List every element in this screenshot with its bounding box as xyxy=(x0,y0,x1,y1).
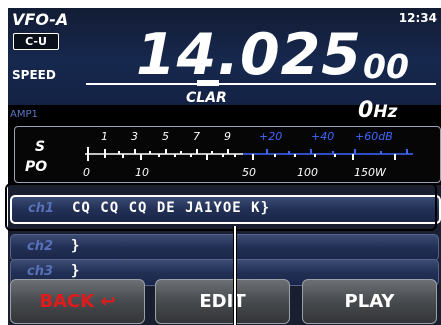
po-tick-150: 150W xyxy=(354,166,387,179)
clar-value: 0Hz xyxy=(358,98,397,123)
s-tick-20: +20 xyxy=(259,130,282,143)
return-arrow-icon: ↩ xyxy=(94,291,116,312)
callout-pointer-inner xyxy=(234,226,236,325)
s-tick-60: +60dB xyxy=(355,130,393,143)
meter-graphic: S PO 1 3 5 7 9 +20 +40 +60dB 0 10 50 100… xyxy=(25,130,413,179)
s-tick-9: 9 xyxy=(224,130,231,143)
play-button[interactable]: PLAY xyxy=(302,279,437,324)
clar-unit: Hz xyxy=(373,102,398,122)
frequency-panel: VFO-A 12:34 C-U 14.025 00 SPEED CLAR xyxy=(8,8,441,106)
s-tick-40: +40 xyxy=(311,130,334,143)
amp-label: AMP1 xyxy=(10,109,38,120)
back-button[interactable]: BACK ↩ xyxy=(10,279,145,324)
po-meter-label: PO xyxy=(25,159,47,175)
edit-button[interactable]: EDIT xyxy=(155,279,290,324)
po-tick-50: 50 xyxy=(242,166,256,179)
s-meter-label: S xyxy=(35,139,45,155)
clar-label: CLAR xyxy=(186,90,227,106)
s-tick-1: 1 xyxy=(101,130,108,143)
channel-text: } xyxy=(71,263,81,279)
play-label: PLAY xyxy=(344,291,395,312)
po-tick-100: 100 xyxy=(297,166,318,179)
speed-indicator xyxy=(197,80,219,86)
s-tick-7: 7 xyxy=(193,130,200,143)
channel-label: ch2 xyxy=(27,239,54,254)
vfo-label: VFO-A xyxy=(12,10,69,29)
po-tick-10: 10 xyxy=(135,166,149,179)
selection-callout xyxy=(5,183,437,231)
channel-row-2[interactable]: ch2 } xyxy=(10,234,439,261)
channel-label: ch3 xyxy=(27,264,54,279)
channel-text: } xyxy=(71,238,81,254)
back-label: BACK xyxy=(39,291,95,312)
frequency-main: 14.025 xyxy=(136,22,362,88)
clar-value-number: 0 xyxy=(358,98,374,123)
frequency-decimals: 00 xyxy=(363,47,409,86)
speed-label: SPEED xyxy=(12,68,56,82)
s-tick-5: 5 xyxy=(162,130,169,143)
edit-label: EDIT xyxy=(199,291,246,312)
mode-badge[interactable]: C-U xyxy=(13,33,59,50)
radio-display: VFO-A 12:34 C-U 14.025 00 SPEED CLAR AMP… xyxy=(8,8,441,325)
clock: 12:34 xyxy=(398,11,437,25)
s-po-meter: S PO 1 3 5 7 9 +20 +40 +60dB 0 10 50 100… xyxy=(14,126,441,183)
speed-bar xyxy=(86,83,436,85)
po-tick-0: 0 xyxy=(83,166,90,179)
s-tick-3: 3 xyxy=(131,130,138,143)
